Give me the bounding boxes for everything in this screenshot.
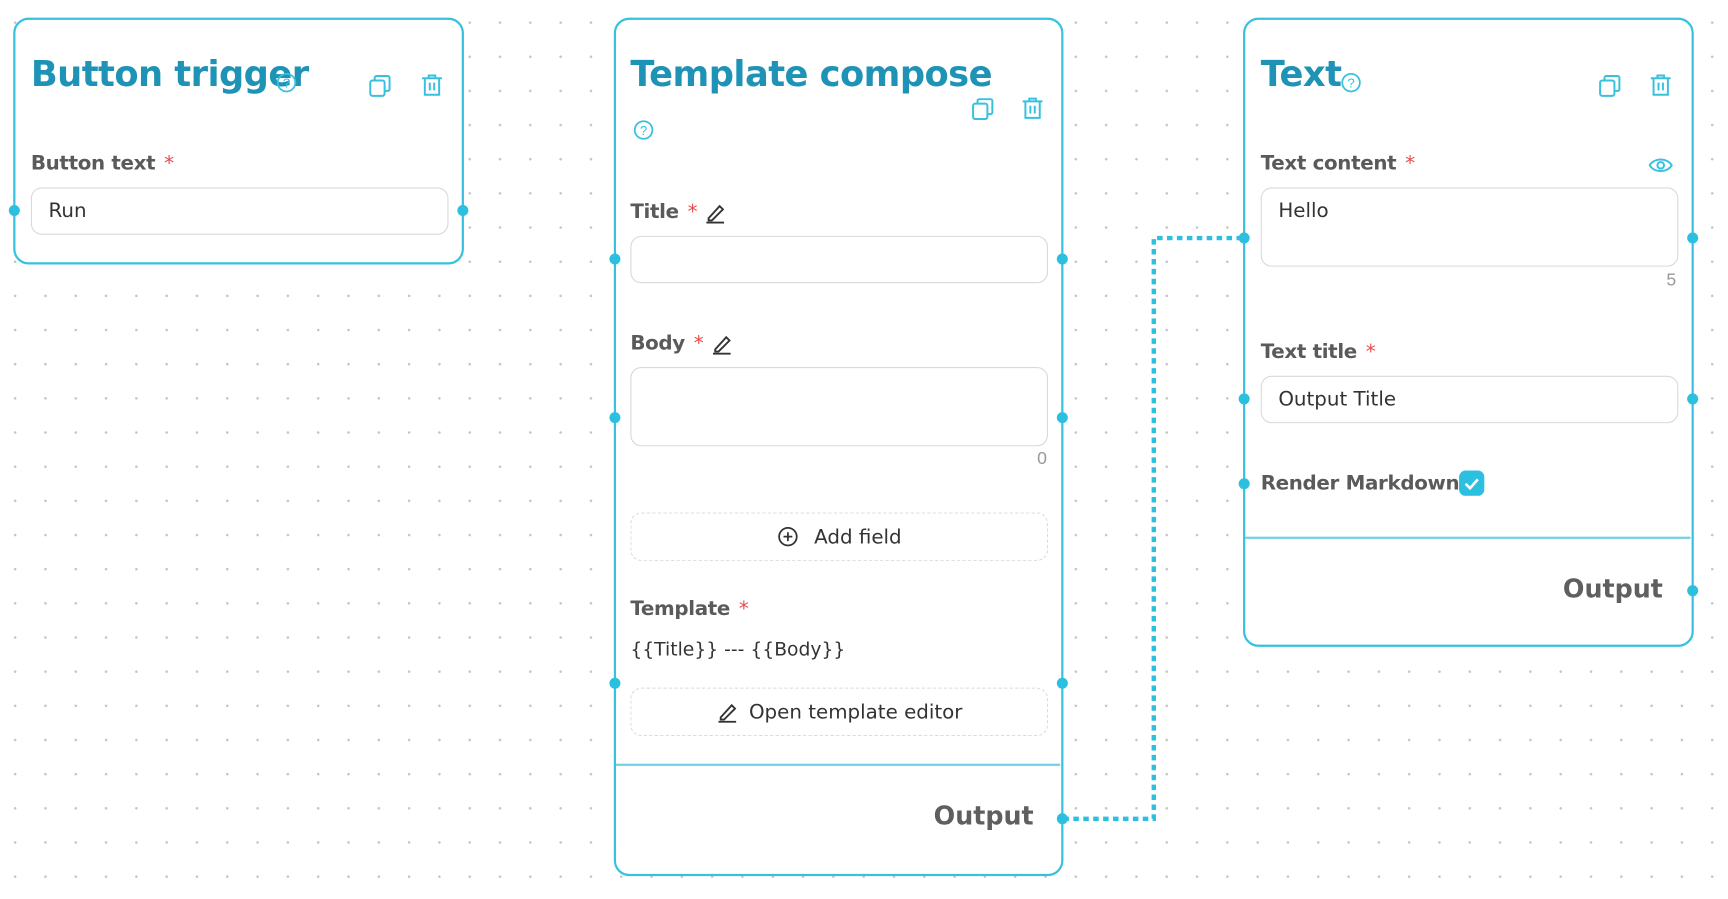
- plus-circle-icon: [777, 526, 798, 547]
- input-handle[interactable]: [8, 204, 20, 216]
- body-label: Body *: [630, 331, 704, 355]
- output-handle[interactable]: [1687, 232, 1699, 244]
- copy-icon[interactable]: [1598, 74, 1622, 98]
- output-handle[interactable]: [1687, 585, 1699, 597]
- text-content-textarea[interactable]: Hello: [1260, 187, 1679, 267]
- svg-text:?: ?: [283, 76, 290, 91]
- node-template-compose[interactable]: Template compose ? Title * Body * 0 Add fi…: [613, 17, 1064, 877]
- trash-icon[interactable]: [420, 73, 444, 97]
- pencil-icon[interactable]: [711, 333, 733, 355]
- output-handle[interactable]: [1056, 412, 1068, 424]
- help-icon[interactable]: ?: [633, 119, 655, 141]
- pencil-icon[interactable]: [704, 202, 726, 224]
- render-markdown-checkbox[interactable]: [1459, 470, 1485, 496]
- title-label: Title *: [630, 200, 698, 224]
- node-button-trigger[interactable]: Button trigger ? Button text * Run: [13, 17, 464, 265]
- trash-icon[interactable]: [1020, 96, 1044, 120]
- input-handle[interactable]: [609, 677, 621, 689]
- add-field-label: Add field: [814, 525, 902, 549]
- input-handle[interactable]: [1238, 393, 1250, 405]
- node-title: Text: [1260, 52, 1342, 95]
- body-char-count: 0: [1037, 449, 1047, 469]
- output-handle[interactable]: [457, 204, 469, 216]
- flow-canvas[interactable]: Button trigger ? Button text * Run Templa…: [0, 0, 1728, 899]
- output-handle[interactable]: [1056, 813, 1068, 825]
- input-handle[interactable]: [609, 253, 621, 265]
- text-title-label: Text title *: [1260, 340, 1376, 364]
- button-text-input[interactable]: Run: [30, 187, 449, 235]
- svg-text:?: ?: [640, 123, 647, 138]
- input-handle[interactable]: [609, 412, 621, 424]
- text-content-char-count: 5: [1666, 271, 1677, 290]
- output-label: Output: [933, 802, 1034, 831]
- output-handle[interactable]: [1687, 393, 1699, 405]
- title-input[interactable]: [630, 235, 1049, 284]
- node-title: Button trigger: [30, 52, 309, 95]
- template-value: {{Title}} --- {{Body}}: [630, 639, 846, 662]
- text-content-label: Text content *: [1260, 152, 1415, 176]
- template-label: Template *: [630, 597, 749, 621]
- svg-text:?: ?: [1347, 76, 1354, 91]
- button-text-label: Button text *: [30, 152, 174, 176]
- copy-icon[interactable]: [368, 74, 392, 98]
- help-icon[interactable]: ?: [1340, 72, 1362, 94]
- text-title-input[interactable]: Output Title: [1260, 375, 1679, 424]
- open-template-editor-button[interactable]: Open template editor: [630, 687, 1049, 737]
- render-markdown-label: Render Markdown*: [1260, 471, 1478, 495]
- pencil-icon: [718, 703, 736, 723]
- trash-icon[interactable]: [1649, 73, 1673, 97]
- input-handle[interactable]: [1238, 232, 1250, 244]
- body-textarea[interactable]: [630, 366, 1049, 447]
- help-icon[interactable]: ?: [276, 72, 298, 94]
- eye-icon[interactable]: [1648, 156, 1673, 174]
- output-label: Output: [1562, 575, 1663, 604]
- output-handle[interactable]: [1056, 253, 1068, 265]
- copy-icon[interactable]: [971, 97, 995, 121]
- node-text[interactable]: Text ? Text content * Hello 5 Text title *…: [1243, 17, 1694, 647]
- add-field-button[interactable]: Add field: [630, 512, 1049, 561]
- output-handle[interactable]: [1056, 677, 1068, 689]
- node-title: Template compose: [630, 52, 992, 95]
- open-template-editor-label: Open template editor: [748, 700, 963, 724]
- divider: [1245, 536, 1691, 539]
- input-handle[interactable]: [1238, 478, 1250, 490]
- divider: [616, 763, 1061, 766]
